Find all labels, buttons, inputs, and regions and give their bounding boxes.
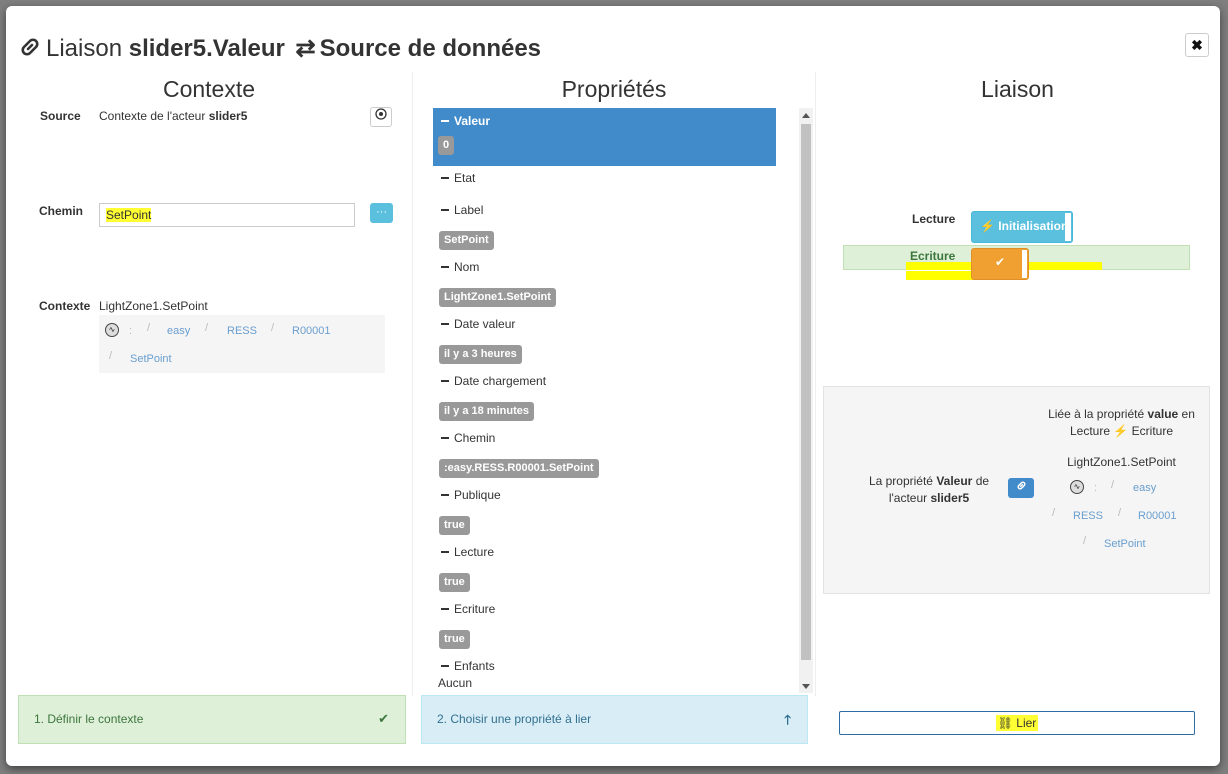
link-button[interactable] xyxy=(1008,478,1034,498)
source-text: Contexte de l'acteur slider5 xyxy=(99,109,248,123)
arrow-up-icon: 🡑 xyxy=(784,712,791,727)
exchange-icon: ⇄ xyxy=(295,35,316,62)
property-name[interactable]: Date valeur xyxy=(439,317,515,331)
binding-info-box: La propriété Valeur de l'acteur slider5 … xyxy=(823,386,1210,594)
modal-header: Liaison slider5.Valeur ⇄ Source de donnée… xyxy=(6,6,1220,72)
contexte-label: Contexte xyxy=(39,299,91,313)
property-value: Aucun xyxy=(438,676,473,690)
breadcrumb-item[interactable]: SetPoint xyxy=(1104,538,1146,550)
property-value: il y a 3 heures xyxy=(439,345,522,364)
property-name[interactable]: Chemin xyxy=(439,431,495,445)
property-value: true xyxy=(439,516,470,535)
property-value: :easy.RESS.R00001.SetPoint xyxy=(439,459,599,478)
property-name[interactable]: Date chargement xyxy=(439,374,546,388)
proprietes-title: Propriétés xyxy=(561,76,667,102)
check-icon: ✔ xyxy=(994,255,1006,269)
breadcrumb-item[interactable]: easy xyxy=(167,325,190,337)
initialisation-button[interactable]: ⚡ Initialisation xyxy=(971,211,1073,243)
column-divider xyxy=(412,72,413,696)
breadcrumb-item[interactable]: R00001 xyxy=(1138,510,1177,522)
property-value: 0 xyxy=(438,136,455,155)
property-value: true xyxy=(439,573,470,592)
step-define-context[interactable]: 1. Définir le contexte ✔ xyxy=(18,695,406,744)
ecriture-label: Ecriture xyxy=(910,249,956,263)
target-icon xyxy=(375,108,387,123)
property-value: true xyxy=(439,630,470,649)
breadcrumb-item[interactable]: R00001 xyxy=(292,325,331,337)
globe-icon[interactable]: ∿ xyxy=(1070,480,1084,494)
chemin-input[interactable]: SetPoint xyxy=(99,203,355,227)
step-choose-property[interactable]: 2. Choisir une propriété à lier 🡑 xyxy=(421,695,808,744)
breadcrumb-item[interactable]: RESS xyxy=(227,325,257,337)
link-icon xyxy=(18,35,42,66)
property-name[interactable]: Lecture xyxy=(439,545,494,559)
target-button[interactable] xyxy=(370,107,392,127)
property-name[interactable]: Nom xyxy=(439,260,479,274)
breadcrumb-item[interactable]: RESS xyxy=(1073,510,1103,522)
bolt-icon: ⚡ xyxy=(1113,424,1129,438)
property-value: SetPoint xyxy=(439,231,494,250)
globe-icon[interactable]: ∿ xyxy=(105,323,119,337)
lecture-label: Lecture xyxy=(912,212,956,226)
property-name[interactable]: Valeur xyxy=(439,114,490,128)
binding-path-value: LightZone1.SetPoint xyxy=(1067,455,1176,469)
property-name[interactable]: Label xyxy=(439,203,483,217)
bolt-icon: ⚡ xyxy=(980,219,995,233)
property-name[interactable]: Enfants xyxy=(439,659,495,673)
column-divider xyxy=(815,72,816,696)
check-icon: ✔ xyxy=(378,711,389,726)
lier-button[interactable]: ⛓ Lier xyxy=(839,711,1195,735)
breadcrumb: ∿ : / easy / RESS / R00001 / SetPoint xyxy=(99,315,385,373)
close-button[interactable]: ✖ xyxy=(1185,33,1209,57)
modal-title: Liaison slider5.Valeur ⇄ Source de donnée… xyxy=(18,34,541,66)
liaison-modal: Liaison slider5.Valeur ⇄ Source de donnée… xyxy=(6,6,1220,766)
chemin-browse-button[interactable]: ··· xyxy=(370,203,393,223)
binding-source-text: La propriété Valeur de l'acteur slider5 xyxy=(868,474,990,505)
property-value: il y a 18 minutes xyxy=(439,402,534,421)
scroll-down-icon[interactable] xyxy=(802,684,810,689)
binding-target-text: Liée à la propriété value en Lecture ⚡ E… xyxy=(1048,407,1195,438)
property-list: Valeur 0 Etat Label SetPoint Nom LightZo… xyxy=(433,108,778,691)
scroll-up-icon[interactable] xyxy=(802,113,810,118)
property-name[interactable]: Etat xyxy=(439,171,475,185)
property-name[interactable]: Publique xyxy=(439,488,501,502)
ecriture-check-button[interactable]: ✔ xyxy=(971,248,1029,280)
contexte-value: LightZone1.SetPoint xyxy=(99,299,208,313)
breadcrumb-item[interactable]: easy xyxy=(1133,482,1156,494)
contexte-title: Contexte xyxy=(162,76,256,102)
breadcrumb-item[interactable]: SetPoint xyxy=(130,353,172,365)
scrollbar[interactable] xyxy=(799,108,813,693)
liaison-title: Liaison xyxy=(981,76,1054,102)
property-name[interactable]: Ecriture xyxy=(439,602,495,616)
chemin-label: Chemin xyxy=(39,204,84,218)
property-value: LightZone1.SetPoint xyxy=(439,288,556,307)
source-label: Source xyxy=(40,109,81,123)
link-icon xyxy=(1016,481,1027,494)
scroll-thumb[interactable] xyxy=(801,124,811,660)
link-icon: ⛓ xyxy=(997,716,1013,730)
